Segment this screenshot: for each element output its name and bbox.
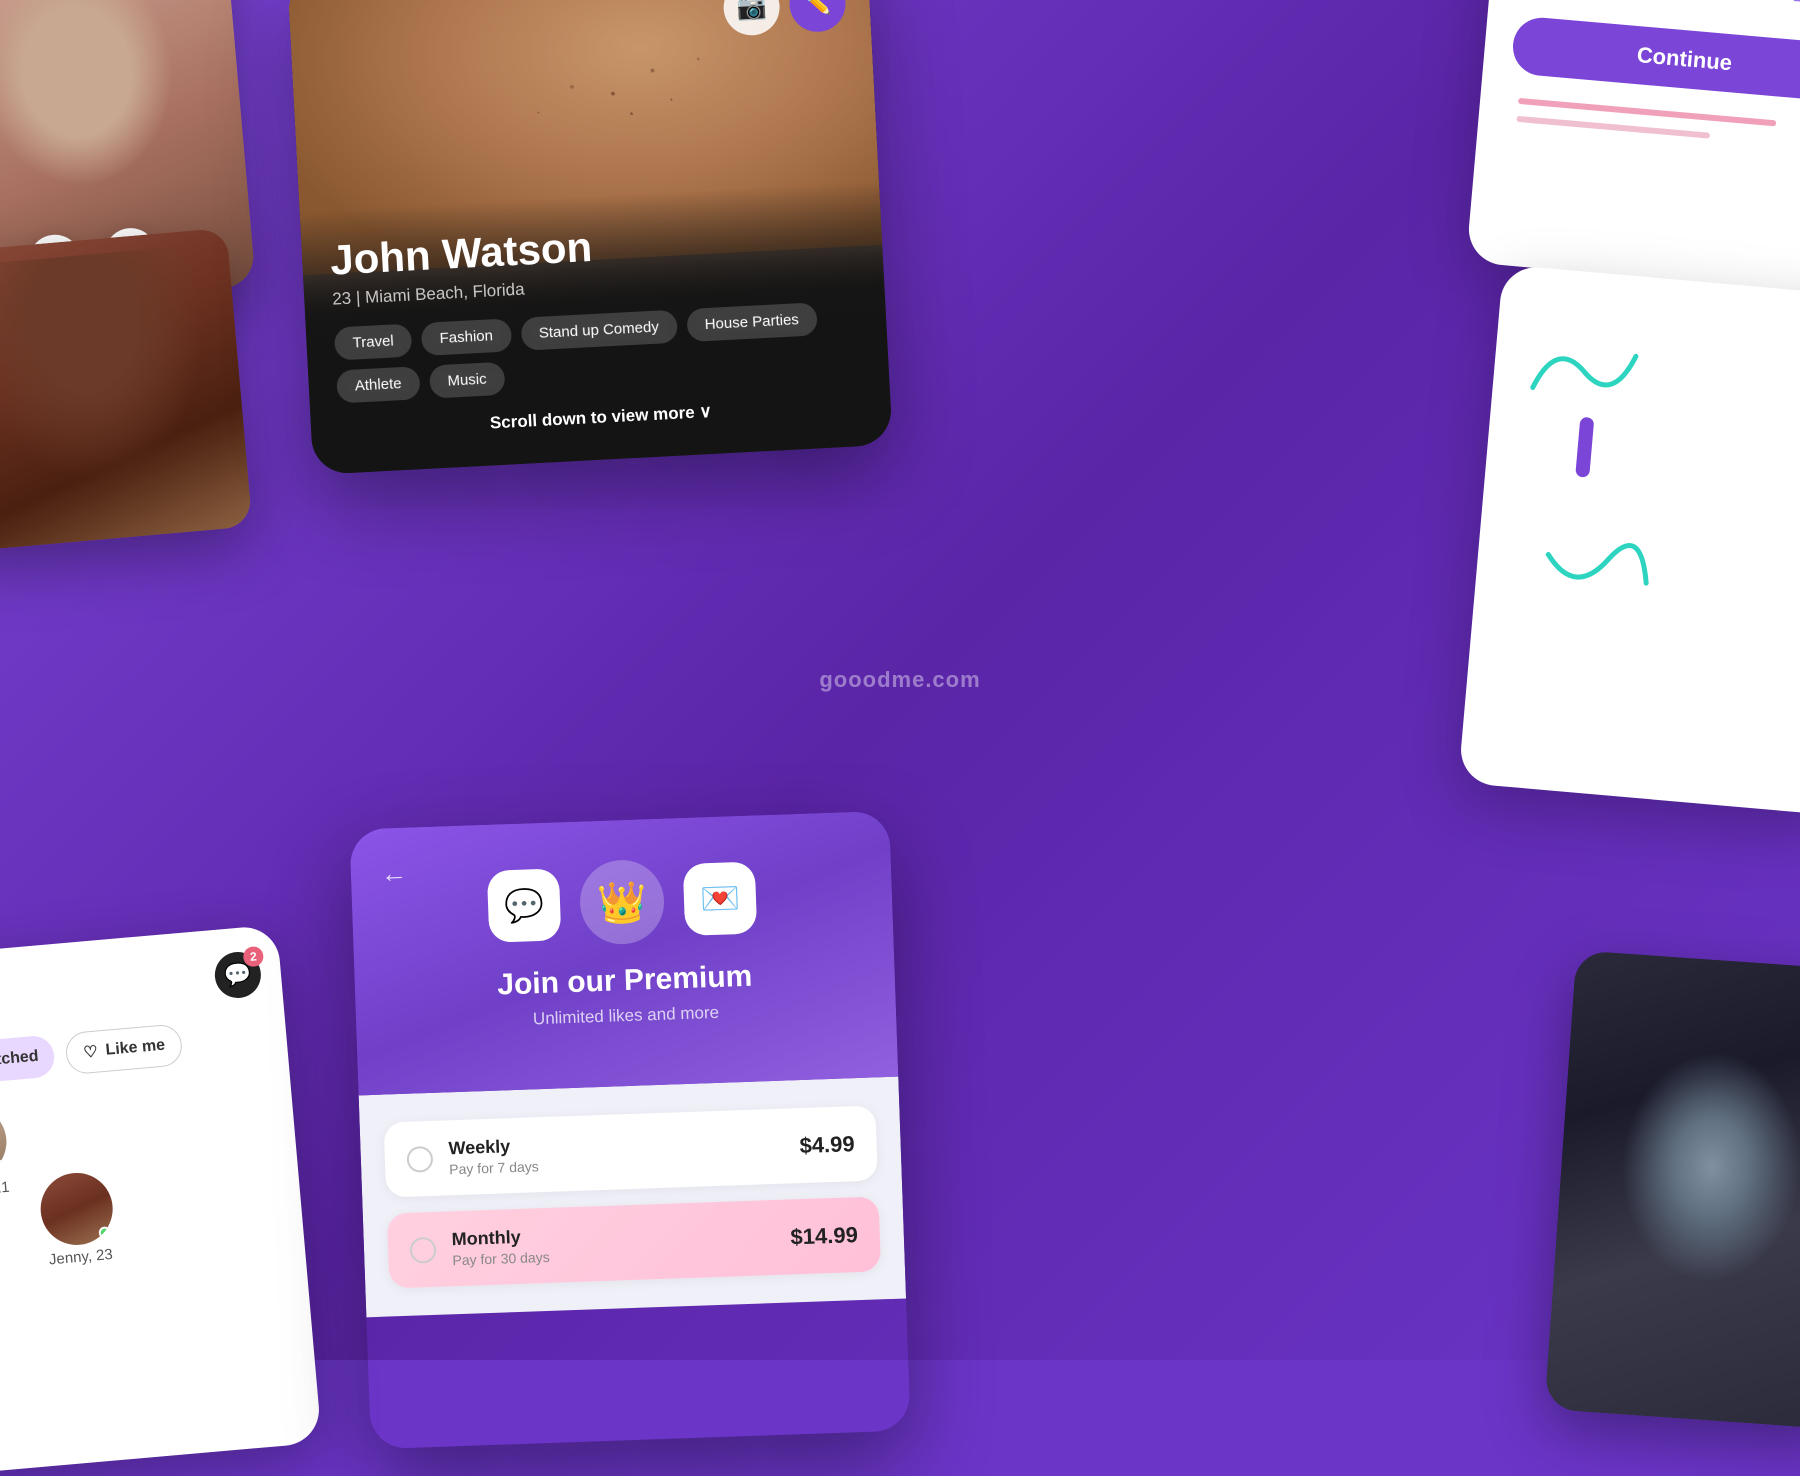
continue-button[interactable]: Continue: [1511, 15, 1800, 103]
swipe-card-person2: [0, 227, 253, 552]
matched-list: Bessie, 21 Jenny, 23: [0, 1080, 278, 1202]
continue-decorative-lines: [1506, 97, 1800, 151]
like-chat-icon: 💌: [699, 879, 740, 918]
notification-count: 2: [242, 946, 264, 968]
plan-weekly[interactable]: Weekly Pay for 7 days $4.99: [384, 1105, 878, 1197]
like-chat-icon-bubble: 💌: [683, 861, 757, 935]
tag-comedy: Stand up Comedy: [520, 310, 678, 351]
user-name-jenny: Jenny, 23: [48, 1246, 113, 1269]
back-button[interactable]: ←: [380, 858, 407, 890]
plan-monthly[interactable]: Monthly Pay for 30 days $14.99: [387, 1196, 881, 1288]
matched-tabs: 🖤 Matched ♡ Like me: [0, 1016, 268, 1087]
plan-weekly-info: Weekly Pay for 7 days: [448, 1127, 784, 1178]
avatar-bessie: [0, 1103, 9, 1181]
profile-overlay: John Watson 23 | Miami Beach, Florida Tr…: [300, 181, 893, 475]
avatar-jenny: [38, 1170, 116, 1248]
premium-header: ← 💬 👑 💌 Join our Premium Unlimited likes…: [349, 811, 898, 1096]
tag-fashion: Fashion: [421, 318, 512, 356]
tab-likeme-label: Like me: [105, 1037, 166, 1060]
line-2: [1516, 116, 1710, 139]
photo-card-man: [1544, 950, 1800, 1430]
man-photo: [1544, 950, 1800, 1430]
plan-radio-weekly[interactable]: [406, 1145, 433, 1172]
notification-badge[interactable]: 💬 2: [213, 950, 263, 1000]
face-dark: [0, 227, 253, 552]
plan-radio-monthly[interactable]: [410, 1236, 437, 1263]
tag-athlete: Athlete: [336, 366, 420, 403]
squiggle-top-icon: [1521, 327, 1648, 417]
continue-card: ＋ ＋ Continue: [1466, 0, 1800, 297]
purple-rect-decoration: [1575, 417, 1594, 478]
deco-content: [1502, 327, 1800, 654]
crown-icon: 👑: [596, 878, 647, 927]
tag-music: Music: [429, 362, 506, 399]
heart-outline-icon: ♡: [83, 1042, 99, 1063]
matched-header: ⚙ 💬 2: [0, 950, 263, 1025]
back-arrow-icon: ←: [380, 858, 407, 889]
profile-card: 📷 ✏️ John Watson 23 | Miami Beach, Flori…: [287, 0, 892, 475]
scroll-hint: Scroll down to view more ∨: [339, 394, 863, 441]
profile-photo: 📷 ✏️ John Watson 23 | Miami Beach, Flori…: [287, 0, 892, 475]
online-indicator-jenny: [98, 1226, 111, 1239]
user-name-bessie: Bessie, 21: [0, 1179, 10, 1202]
decorative-card: [1458, 264, 1800, 815]
crown-icon-bubble: 👑: [579, 859, 666, 946]
premium-plans: Weekly Pay for 7 days $4.99 Monthly Pay …: [359, 1077, 906, 1318]
chevron-down-icon: ∨: [699, 402, 712, 422]
squiggle-bottom-icon: [1532, 534, 1659, 634]
heart-chat-icon-bubble: 💬: [487, 868, 561, 942]
plus-icon-1: ＋: [1788, 0, 1800, 22]
heart-chat-icon: 💬: [504, 886, 545, 925]
plan-weekly-price: $4.99: [799, 1131, 855, 1159]
premium-card: ← 💬 👑 💌 Join our Premium Unlimited likes…: [349, 811, 910, 1449]
tab-matched[interactable]: 🖤 Matched: [0, 1034, 56, 1087]
plan-monthly-price: $14.99: [790, 1222, 858, 1250]
profile-tags: Travel Fashion Stand up Comedy House Par…: [334, 300, 861, 403]
tag-parties: House Parties: [686, 302, 818, 342]
premium-icons: 💬 👑 💌: [381, 852, 864, 953]
tag-travel: Travel: [334, 324, 413, 361]
matched-card: ⚙ 💬 2 🖤 Matched ♡ Like me Bessie, 21: [0, 924, 322, 1475]
premium-title: Join our Premium: [384, 956, 865, 1007]
online-indicator: [0, 1159, 5, 1172]
plan-monthly-info: Monthly Pay for 30 days: [451, 1218, 775, 1268]
tab-matched-label: Matched: [0, 1048, 39, 1072]
list-item[interactable]: Jenny, 23: [38, 1170, 118, 1269]
tab-likeme[interactable]: ♡ Like me: [65, 1023, 184, 1075]
